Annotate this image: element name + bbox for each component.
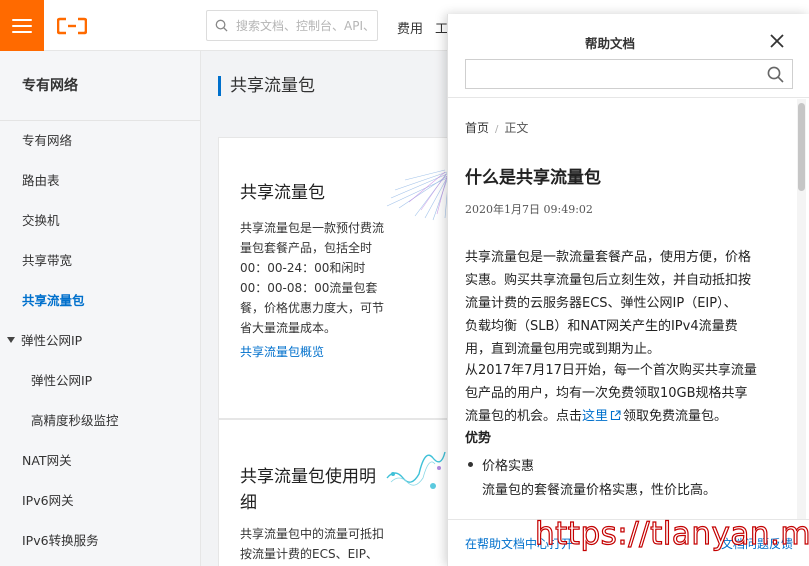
desc-line: 00：00-08：00流量包套 [240, 281, 378, 295]
para-line: 负载均衡（SLB）和NAT网关产生的IPv4流量费 [465, 319, 738, 334]
hamburger-menu-icon[interactable] [0, 0, 44, 51]
desc-line: 按流量计费的ECS、EIP、 [240, 547, 378, 561]
section-heading: 优势 [465, 431, 492, 446]
desc-line: 共享流量包中的流量可抵扣 [240, 527, 385, 541]
help-header: 帮助文档 [448, 14, 809, 98]
para-text: 流量包的机会。点击 [465, 409, 583, 424]
desc-line: 餐，价格优惠力度大，可节 [240, 301, 385, 315]
para-line: 实惠。购买共享流量包后立刻生效，并自动抵扣按 [465, 273, 752, 288]
topbar-link-billing[interactable]: 费用 [397, 18, 423, 37]
doc-feedback-link[interactable]: 文档问题反馈 [721, 535, 793, 552]
doc-title: 什么是共享流量包 [465, 168, 601, 188]
external-link-icon[interactable] [610, 410, 621, 421]
para-line: 从2017年7月17日开始，每一个首次购买共享流量 [465, 363, 757, 378]
breadcrumb: 首页 / 正文 [465, 119, 528, 136]
bullet-icon [468, 462, 473, 467]
breadcrumb-current: 正文 [504, 121, 529, 135]
caret-down-icon [7, 337, 15, 343]
sidebar-title: 专有网络 [0, 51, 200, 121]
card-title-line: 细 [240, 493, 257, 513]
decorative-burst-icon [386, 169, 450, 221]
scrollbar-thumb[interactable] [798, 103, 805, 191]
card-description: 共享流量包是一款预付费流 量包套餐产品，包括全时 00：00-24：00和闲时 … [240, 218, 390, 338]
sidebar-item-eip[interactable]: 弹性公网IP [0, 361, 200, 401]
breadcrumb-home[interactable]: 首页 [465, 121, 489, 135]
sidebar-item-ipv6-translation[interactable]: IPv6转换服务 [0, 521, 200, 561]
search-icon [215, 19, 228, 32]
help-search[interactable] [465, 59, 793, 89]
intro-card: 共享流量包 共享流量包是一款预付费流 量包套餐产品，包括全时 00：00-24：… [218, 137, 458, 419]
para-line: 共享流量包是一款流量套餐产品，使用方便，价格 [465, 250, 752, 265]
doc-date: 2020年1月7日 09:49:02 [465, 203, 593, 216]
para-line: 流量计费的云服务器ECS、弹性公网IP（EIP）、 [465, 296, 737, 311]
breadcrumb-separator: / [495, 124, 499, 135]
sidebar-item-ipv6-gateway[interactable]: IPv6网关 [0, 481, 200, 521]
usage-card: 共享流量包使用明 细 共享流量包中的流量可抵扣 按流量计费的ECS、EIP、 [218, 419, 458, 566]
close-icon[interactable] [766, 30, 788, 52]
left-sidebar: 专有网络 专有网络 路由表 交换机 共享带宽 共享流量包 弹性公网IP 弹性公网… [0, 51, 201, 566]
sidebar-group-eip[interactable]: 弹性公网IP [0, 321, 200, 361]
sidebar-item-vpc[interactable]: 专有网络 [0, 121, 200, 161]
para-line: 流量包的机会。点击这里 领取免费流量包。 [465, 405, 780, 428]
card-title-line: 共享流量包使用明 [240, 467, 376, 487]
para-line: 用，直到流量包用完或到期为止。 [465, 342, 661, 357]
help-doc-panel: 帮助文档 首页 / 正文 什么是共享流量包 2020年1月7日 09:49:02 共… [447, 14, 809, 566]
help-body: 首页 / 正文 什么是共享流量包 2020年1月7日 09:49:02 共享流量包是… [448, 99, 809, 519]
sidebar-item-route-table[interactable]: 路由表 [0, 161, 200, 201]
doc-paragraph-1: 共享流量包是一款流量套餐产品，使用方便，价格 实惠。购买共享流量包后立刻生效，并… [465, 246, 780, 361]
para-text: 领取免费流量包。 [623, 409, 728, 424]
doc-paragraph-2: 从2017年7月17日开始，每一个首次购买共享流量 包产品的用户，均有一次免费领… [465, 359, 780, 428]
sidebar-item-nat-gateway[interactable]: NAT网关 [0, 441, 200, 481]
card-title: 共享流量包使用明 细 [240, 464, 376, 516]
desc-line: 省大量流量成本。 [240, 321, 337, 335]
search-icon[interactable] [767, 66, 784, 83]
page-title: 共享流量包 [218, 76, 315, 96]
help-panel-title: 帮助文档 [584, 36, 635, 51]
desc-line: 共享流量包是一款预付费流 [240, 221, 385, 235]
desc-line: 00：00-24：00和闲时 [240, 261, 366, 275]
open-in-help-center-link[interactable]: 在帮助文档中心打开 [465, 535, 573, 552]
free-package-link[interactable]: 这里 [582, 409, 608, 424]
help-footer: 在帮助文档中心打开 文档问题反馈 [448, 519, 809, 566]
global-search-input[interactable] [236, 18, 376, 33]
overview-link[interactable]: 共享流量包概览 [240, 343, 324, 360]
desc-line: 量包套餐产品，包括全时 [240, 241, 373, 255]
bullet-description: 流量包的套餐流量价格实惠，性价比高。 [482, 483, 717, 498]
global-search[interactable] [206, 10, 378, 41]
sidebar-item-monitoring[interactable]: 高精度秒级监控 [0, 401, 200, 441]
list-item: 价格实惠 [468, 455, 534, 474]
aliyun-logo-icon[interactable] [57, 17, 87, 35]
help-search-input[interactable] [466, 60, 756, 88]
card-description: 共享流量包中的流量可抵扣 按流量计费的ECS、EIP、 [240, 524, 390, 564]
help-scrollbar[interactable] [797, 99, 806, 519]
sidebar-item-shared-bandwidth[interactable]: 共享带宽 [0, 241, 200, 281]
para-line: 包产品的用户，均有一次免费领取10GB规格共享 [465, 386, 748, 401]
sidebar-item-shared-traffic-package[interactable]: 共享流量包 [0, 281, 200, 321]
sidebar-group-label: 弹性公网IP [21, 333, 83, 348]
bullet-title: 价格实惠 [482, 459, 535, 474]
card-title: 共享流量包 [240, 183, 325, 203]
sidebar-item-vswitch[interactable]: 交换机 [0, 201, 200, 241]
decorative-wave-icon [386, 451, 446, 489]
